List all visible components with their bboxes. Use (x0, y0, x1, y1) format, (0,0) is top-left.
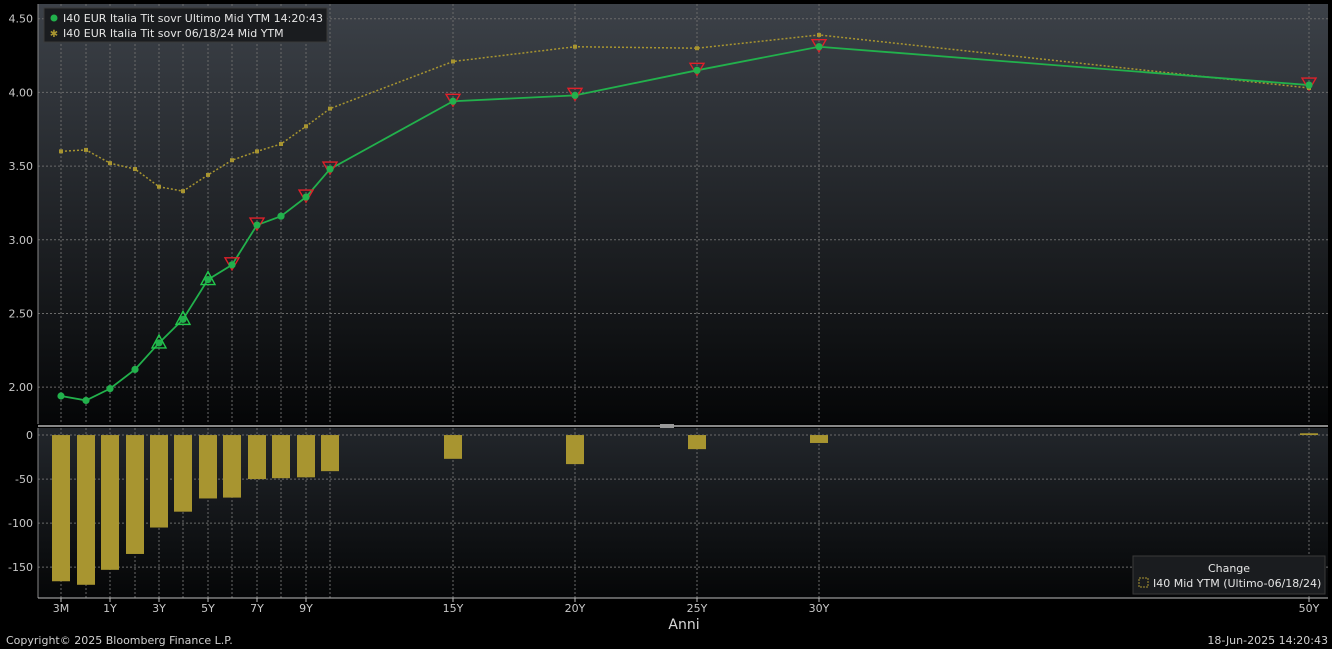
x-tick-label: 1Y (103, 602, 117, 615)
bottom-y-tick-label: -100 (8, 517, 33, 530)
current-yield-point (277, 212, 285, 220)
change-bar (444, 435, 462, 459)
current-yield-point (106, 385, 114, 393)
previous-yield-point (84, 147, 88, 152)
current-yield-point (571, 91, 579, 99)
current-yield-point (326, 165, 334, 173)
current-yield-point (204, 275, 212, 284)
legend-current-marker (50, 14, 58, 22)
previous-yield-point (695, 46, 699, 51)
current-yield-point (155, 339, 163, 347)
current-yield-point (131, 365, 139, 374)
bottom-y-tick-label: 0 (26, 429, 33, 442)
change-bar (77, 435, 95, 585)
change-bar (199, 435, 217, 499)
change-bar (272, 435, 290, 479)
bottom-y-axis-ticks: 0 -50 -100 -150 (8, 429, 33, 574)
previous-yield-point (206, 172, 210, 177)
top-y-tick-label: 2.50 (9, 307, 34, 320)
previous-yield-point (181, 189, 185, 194)
top-y-tick-label: 2.00 (9, 381, 34, 394)
current-yield-point (253, 221, 261, 229)
change-bar (566, 435, 584, 465)
previous-yield-point (59, 149, 63, 154)
timestamp-text: 18-Jun-2025 14:20:43 (1207, 634, 1328, 647)
current-yield-point (815, 43, 823, 51)
bottom-y-tick-label: -150 (8, 561, 33, 574)
x-tick-label: 50Y (1299, 602, 1320, 615)
x-tick-label: 30Y (809, 602, 830, 615)
current-yield-point (179, 315, 187, 323)
current-yield-point (302, 193, 310, 201)
change-bar (321, 435, 339, 472)
x-axis-title: Anni (668, 617, 699, 633)
legend-previous-label: I40 EUR Italia Tit sovr 06/18/24 Mid YTM (63, 27, 284, 40)
top-y-tick-label: 4.50 (9, 13, 34, 26)
current-yield-point (82, 396, 90, 405)
x-tick-label: 7Y (250, 602, 264, 615)
change-bar (248, 435, 266, 480)
change-bar (101, 435, 119, 570)
bottom-legend-label: I40 Mid YTM (Ultimo-06/18/24) (1153, 577, 1321, 590)
current-yield-point (1305, 81, 1313, 89)
previous-yield-point (451, 59, 455, 64)
change-bar (297, 435, 315, 478)
x-tick-label: 25Y (687, 602, 708, 615)
current-yield-point (57, 392, 65, 400)
current-yield-point (693, 66, 701, 74)
previous-yield-point (230, 158, 234, 163)
previous-yield-point (817, 32, 821, 37)
copyright-text: Copyright© 2025 Bloomberg Finance L.P. (6, 634, 233, 647)
change-bar (1300, 433, 1318, 436)
previous-yield-point (304, 124, 308, 129)
x-tick-label: 20Y (565, 602, 586, 615)
previous-yield-point (133, 167, 137, 172)
previous-yield-point (157, 184, 161, 189)
change-bar (150, 435, 168, 528)
change-bar (810, 435, 828, 443)
x-tick-label: 15Y (443, 602, 464, 615)
change-bar (223, 435, 241, 498)
current-yield-point (228, 261, 236, 269)
panel-splitter-handle[interactable] (660, 424, 674, 428)
top-y-tick-label: 4.00 (9, 86, 34, 99)
x-tick-label: 9Y (299, 602, 313, 615)
x-axis-ticks: 3M 1Y 3Y 5Y 7Y 9Y 15Y 20Y 25Y 30Y 50Y (53, 598, 1320, 615)
bottom-legend-title: Change (1208, 562, 1250, 575)
change-bar (688, 435, 706, 450)
change-bar (52, 435, 70, 582)
x-tick-label: 3Y (152, 602, 166, 615)
bottom-y-tick-label: -50 (15, 473, 33, 486)
legend-previous-marker: ✱ (50, 29, 58, 40)
top-legend[interactable]: I40 EUR Italia Tit sovr Ultimo Mid YTM 1… (43, 7, 328, 43)
current-yield-point (449, 97, 457, 105)
previous-yield-point (573, 44, 577, 49)
top-y-tick-label: 3.00 (9, 234, 34, 247)
x-tick-label: 3M (53, 602, 70, 615)
yield-curve-chart: 2.00 2.50 3.00 3.50 4.00 4.50 0 -50 -100 -150 3M… (8, 4, 1328, 633)
top-y-axis-ticks: 2.00 2.50 3.00 3.50 4.00 4.50 (9, 13, 34, 394)
previous-yield-point (279, 142, 283, 146)
legend-current-label: I40 EUR Italia Tit sovr Ultimo Mid YTM 1… (63, 12, 323, 25)
previous-yield-point (108, 161, 112, 166)
top-y-tick-label: 3.50 (9, 160, 34, 173)
previous-yield-point (328, 106, 332, 111)
bottom-legend[interactable]: Change I40 Mid YTM (Ultimo-06/18/24) (1132, 555, 1326, 595)
change-bar (126, 435, 144, 554)
previous-yield-point (255, 149, 259, 154)
x-tick-label: 5Y (201, 602, 215, 615)
change-bar (174, 435, 192, 512)
